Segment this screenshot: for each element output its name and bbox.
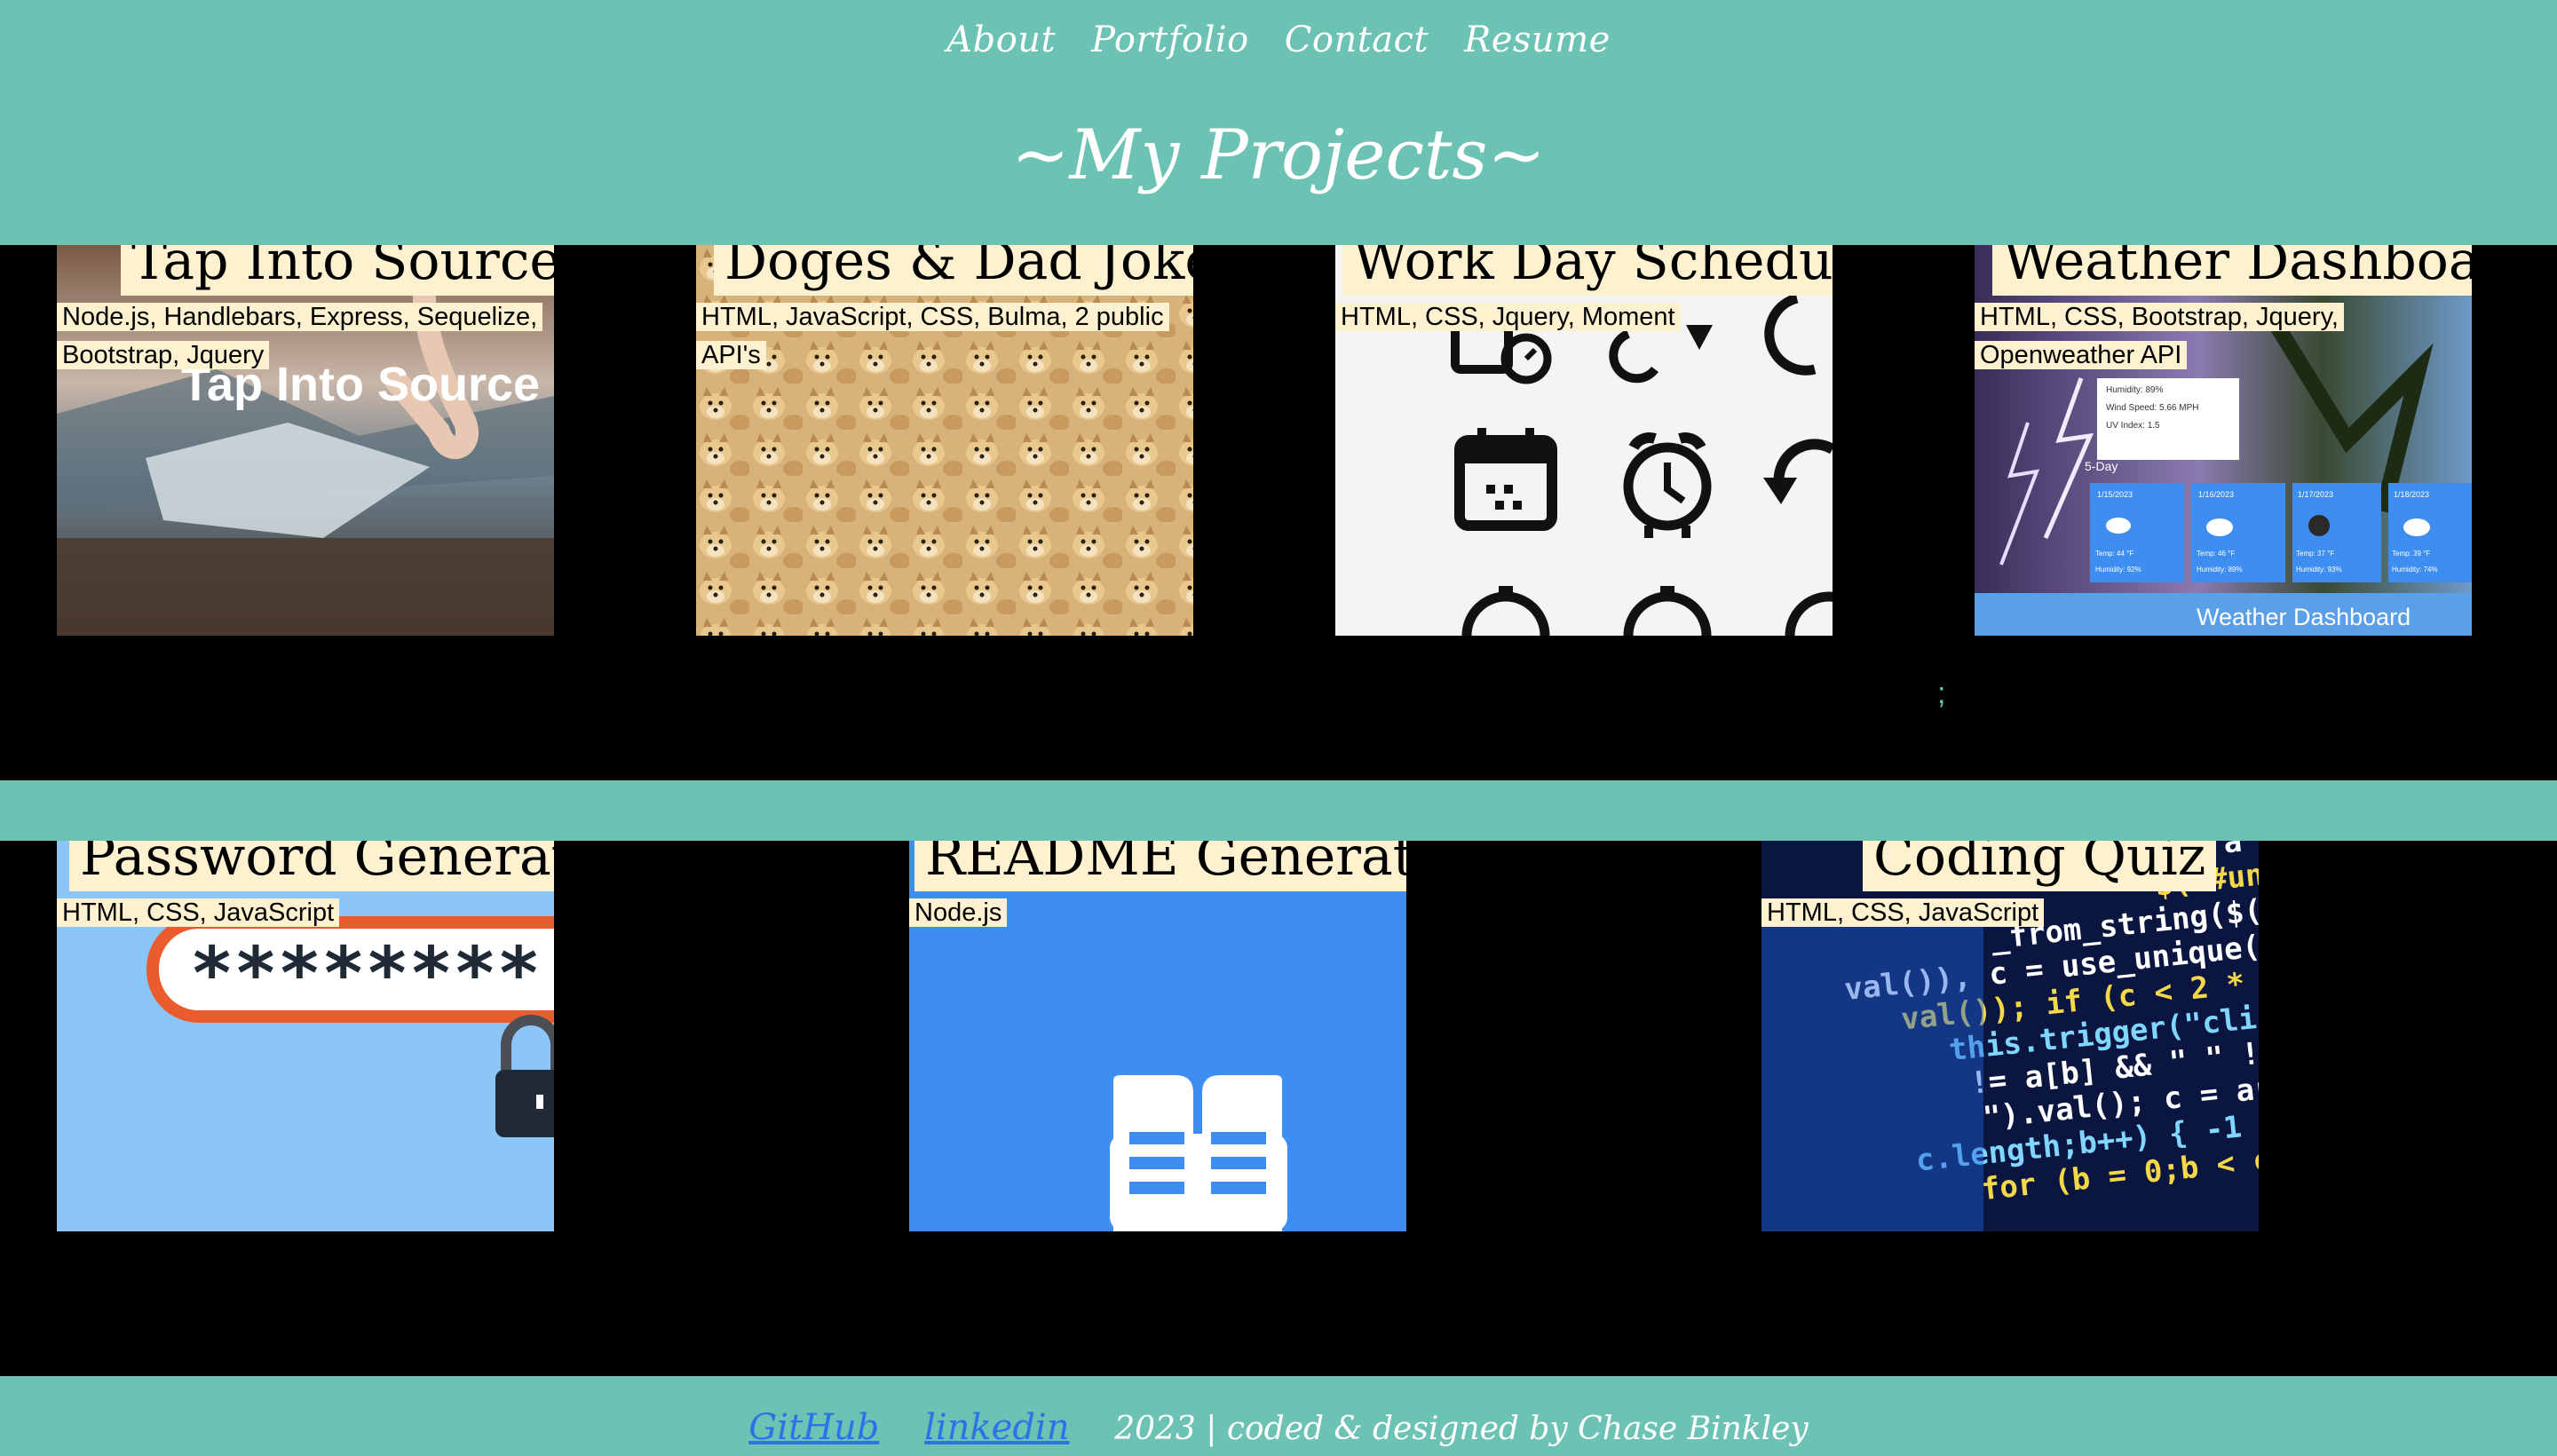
project-card-password-generator[interactable]: ******** Password Generator HTML, CSS, J… xyxy=(57,841,554,1231)
github-link[interactable]: GitHub xyxy=(748,1407,879,1448)
password-mask-text: ******** xyxy=(190,932,541,1017)
thumb-uv-text: UV Index: 1.5 xyxy=(2106,421,2160,431)
project-tech: Node.js xyxy=(909,894,1008,932)
project-card-weather-dashboard[interactable]: Humidity: 89% Wind Speed: 5.66 MPH UV In… xyxy=(1975,245,2472,636)
project-title: Work Day Scheduler xyxy=(1342,245,1833,296)
project-card-readme-generator[interactable]: README Generator Node.js xyxy=(909,841,1406,1231)
svg-text:Humidity: 74%: Humidity: 74% xyxy=(2392,566,2438,574)
project-title: Tap Into Source xyxy=(121,245,554,296)
nav-about-link[interactable]: About xyxy=(946,20,1056,60)
nav-resume-link[interactable]: Resume xyxy=(1464,20,1611,60)
svg-text:Temp: 46 °F: Temp: 46 °F xyxy=(2197,550,2235,558)
svg-text:Humidity: 93%: Humidity: 93% xyxy=(2296,566,2342,574)
nav-portfolio-link[interactable]: Portfolio xyxy=(1091,20,1249,60)
forecast-day-card: 1/18/2023 Temp: 39 °F Humidity: 74% xyxy=(2388,483,2472,582)
project-tech: HTML, CSS, JavaScript xyxy=(1761,894,2045,932)
thumb-caption: Weather Dashboard xyxy=(2197,604,2411,630)
svg-text:Humidity: 92%: Humidity: 92% xyxy=(2095,566,2141,574)
svg-text:1/18/2023: 1/18/2023 xyxy=(2394,490,2429,499)
stray-semicolon: ; xyxy=(1937,677,1946,710)
thumb-forecast-label: 5-Day xyxy=(2085,459,2118,473)
project-title: Weather Dashboard xyxy=(1992,245,2472,296)
forecast-day-card: 1/16/2023 Temp: 46 °F Humidity: 89% xyxy=(2191,483,2285,582)
project-title: Password Generator xyxy=(69,841,554,891)
project-tech: HTML, JavaScript, CSS, Bulma, 2 public A… xyxy=(696,298,1176,375)
svg-text:Temp: 37 °F: Temp: 37 °F xyxy=(2296,550,2334,558)
svg-text:Humidity: 89%: Humidity: 89% xyxy=(2197,566,2243,574)
svg-text:Temp: 44 °F: Temp: 44 °F xyxy=(2095,550,2133,558)
forecast-day-card: 1/15/2023 Temp: 44 °F Humidity: 92% xyxy=(2090,483,2184,582)
project-title: Doges & Dad Jokes xyxy=(714,245,1193,296)
thumb-wind-text: Wind Speed: 5.66 MPH xyxy=(2106,403,2199,413)
linkedin-link[interactable]: linkedin xyxy=(924,1407,1069,1448)
svg-text:1/17/2023: 1/17/2023 xyxy=(2298,490,2333,499)
project-tech: Node.js, Handlebars, Express, Sequelize,… xyxy=(57,298,550,375)
project-card-tap-into-source[interactable]: Tap Into Source Tap Into Source Node.js,… xyxy=(57,245,554,636)
thumb-humidity-text: Humidity: 89% xyxy=(2106,385,2164,395)
svg-text:1/15/2023: 1/15/2023 xyxy=(2097,490,2133,499)
project-card-coding-quiz[interactable]: a); a $("#un _from_string($(" val()), c … xyxy=(1761,841,2259,1231)
project-tech: HTML, CSS, Jquery, Moment xyxy=(1335,298,1681,336)
project-card-doges-dad-jokes[interactable]: Doges & Dad Jokes HTML, JavaScript, CSS,… xyxy=(696,245,1193,636)
project-title: README Generator xyxy=(914,841,1406,891)
svg-text:1/16/2023: 1/16/2023 xyxy=(2198,490,2234,499)
page-title: ~My Projects~ xyxy=(1011,115,1546,195)
project-title: Coding Quiz xyxy=(1863,841,2217,891)
footer-credit: 2023 | coded & designed by Chase Binkley xyxy=(1114,1411,1809,1447)
project-tech: HTML, CSS, JavaScript xyxy=(57,894,340,932)
nav-contact-link[interactable]: Contact xyxy=(1285,20,1429,60)
project-tech: HTML, CSS, Bootstrap, Jquery, Openweathe… xyxy=(1975,298,2365,375)
svg-text:Temp: 39 °F: Temp: 39 °F xyxy=(2392,550,2430,558)
forecast-day-card: 1/17/2023 Temp: 37 °F Humidity: 93% xyxy=(2292,483,2381,582)
footer: GitHub linkedin 2023 | coded & designed … xyxy=(0,1407,2557,1448)
top-nav: About Portfolio Contact Resume xyxy=(0,9,2557,71)
project-card-work-day-scheduler[interactable]: Work Day Scheduler HTML, CSS, Jquery, Mo… xyxy=(1335,245,1833,636)
